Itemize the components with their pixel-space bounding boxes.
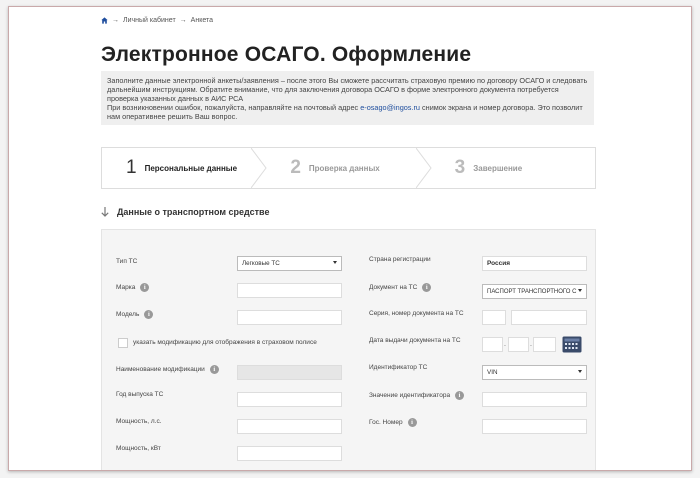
model-input[interactable] (237, 310, 342, 325)
calendar-icon[interactable] (562, 336, 582, 353)
identifier-value-input[interactable] (482, 392, 587, 407)
step-chevron-icon (415, 148, 432, 188)
step-label: Проверка данных (308, 163, 380, 173)
document-number-input[interactable] (511, 310, 587, 325)
step-number: 3 (454, 157, 466, 178)
notice-text-2-prefix: При возникновении ошибок, пожалуйста, на… (107, 103, 361, 112)
notice-text-1: Заполните данные электронной анкеты/заяв… (107, 76, 588, 103)
identifier-select[interactable]: VIN (482, 365, 587, 380)
power-hp-label: Мощность, л.с. (116, 418, 162, 425)
step-number: 1 (126, 157, 137, 178)
document-label: Документ на ТС i (369, 283, 432, 292)
date-separator: . (504, 341, 506, 348)
power-kw-label: Мощность, кВт (116, 445, 161, 452)
country-input[interactable]: Россия (482, 256, 587, 271)
make-input[interactable] (237, 283, 342, 298)
vehicle-type-label: Тип ТС (116, 258, 138, 265)
info-icon[interactable]: i (407, 418, 417, 427)
chevron-down-icon (578, 289, 582, 292)
step-completion[interactable]: 3 Завершение (431, 148, 595, 188)
page-title: Электронное ОСАГО. Оформление (101, 43, 472, 66)
steps-progress: 1 Персональные данные 2 Проверка данных … (101, 147, 596, 189)
plate-label: Гос. Номер i (369, 418, 417, 427)
page-frame: → Личный кабинет → Анкета Электронное ОС… (8, 6, 692, 471)
chevron-down-icon (578, 370, 582, 373)
info-icon[interactable]: i (140, 283, 150, 292)
power-kw-input[interactable] (237, 446, 342, 461)
date-separator: . (530, 341, 532, 348)
modification-name-label: Наименование модификации i (116, 365, 219, 374)
document-select[interactable]: ПАСПОРТ ТРАНСПОРТНОГО С (482, 284, 587, 299)
step-personal-data[interactable]: 1 Персональные данные (102, 148, 267, 188)
info-icon[interactable]: i (209, 365, 219, 374)
power-hp-input[interactable] (237, 419, 342, 434)
step-data-check[interactable]: 2 Проверка данных (266, 148, 432, 188)
year-input[interactable] (237, 392, 342, 407)
document-series-input[interactable] (482, 310, 506, 325)
issue-date-label: Дата выдачи документа на ТС (369, 337, 461, 344)
vehicle-form: Тип ТС Легковые ТС Марка i Модель i указ… (101, 229, 596, 470)
step-number: 2 (290, 157, 301, 178)
make-label: Марка i (116, 283, 150, 292)
issue-day-input[interactable] (482, 337, 503, 352)
info-icon[interactable]: i (455, 391, 465, 400)
vehicle-type-select[interactable]: Легковые ТС (237, 256, 342, 271)
support-email-link[interactable]: e-osago@ingos.ru (360, 103, 420, 112)
chevron-down-icon (333, 261, 337, 264)
country-label: Страна регистрации (369, 256, 431, 263)
identifier-value-label: Значение идентификатора i (369, 391, 465, 400)
plate-input[interactable] (482, 419, 587, 434)
section-title-text: Данные о транспортном средстве (117, 207, 270, 217)
issue-year-input[interactable] (533, 337, 556, 352)
home-icon[interactable] (101, 17, 108, 24)
info-icon[interactable]: i (144, 310, 154, 319)
step-label: Завершение (473, 163, 523, 173)
modification-checkbox-label[interactable]: указать модификацию для отображения в ст… (133, 339, 317, 346)
modification-name-input[interactable] (237, 365, 342, 380)
issue-month-input[interactable] (508, 337, 529, 352)
info-icon[interactable]: i (422, 283, 432, 292)
model-label: Модель i (116, 310, 154, 319)
step-label: Персональные данные (144, 163, 238, 173)
breadcrumb-current: Анкета (190, 17, 214, 24)
breadcrumb-link-cabinet[interactable]: Личный кабинет (123, 17, 176, 24)
modification-checkbox[interactable] (118, 338, 128, 348)
step-chevron-icon (251, 148, 267, 188)
notice-box: Заполните данные электронной анкеты/заяв… (101, 71, 594, 125)
breadcrumb-separator: → (179, 17, 187, 24)
notice-text-2: При возникновении ошибок, пожалуйста, на… (107, 103, 588, 121)
series-number-label: Серия, номер документа на ТС (369, 310, 464, 317)
section-title: Данные о транспортном средстве (101, 207, 269, 217)
year-label: Год выпуска ТС (116, 391, 164, 398)
identifier-label: Идентификатор ТС (369, 364, 428, 371)
arrow-down-icon (101, 207, 109, 217)
breadcrumb-separator: → (112, 17, 119, 24)
breadcrumb: → Личный кабинет → Анкета (101, 17, 213, 24)
